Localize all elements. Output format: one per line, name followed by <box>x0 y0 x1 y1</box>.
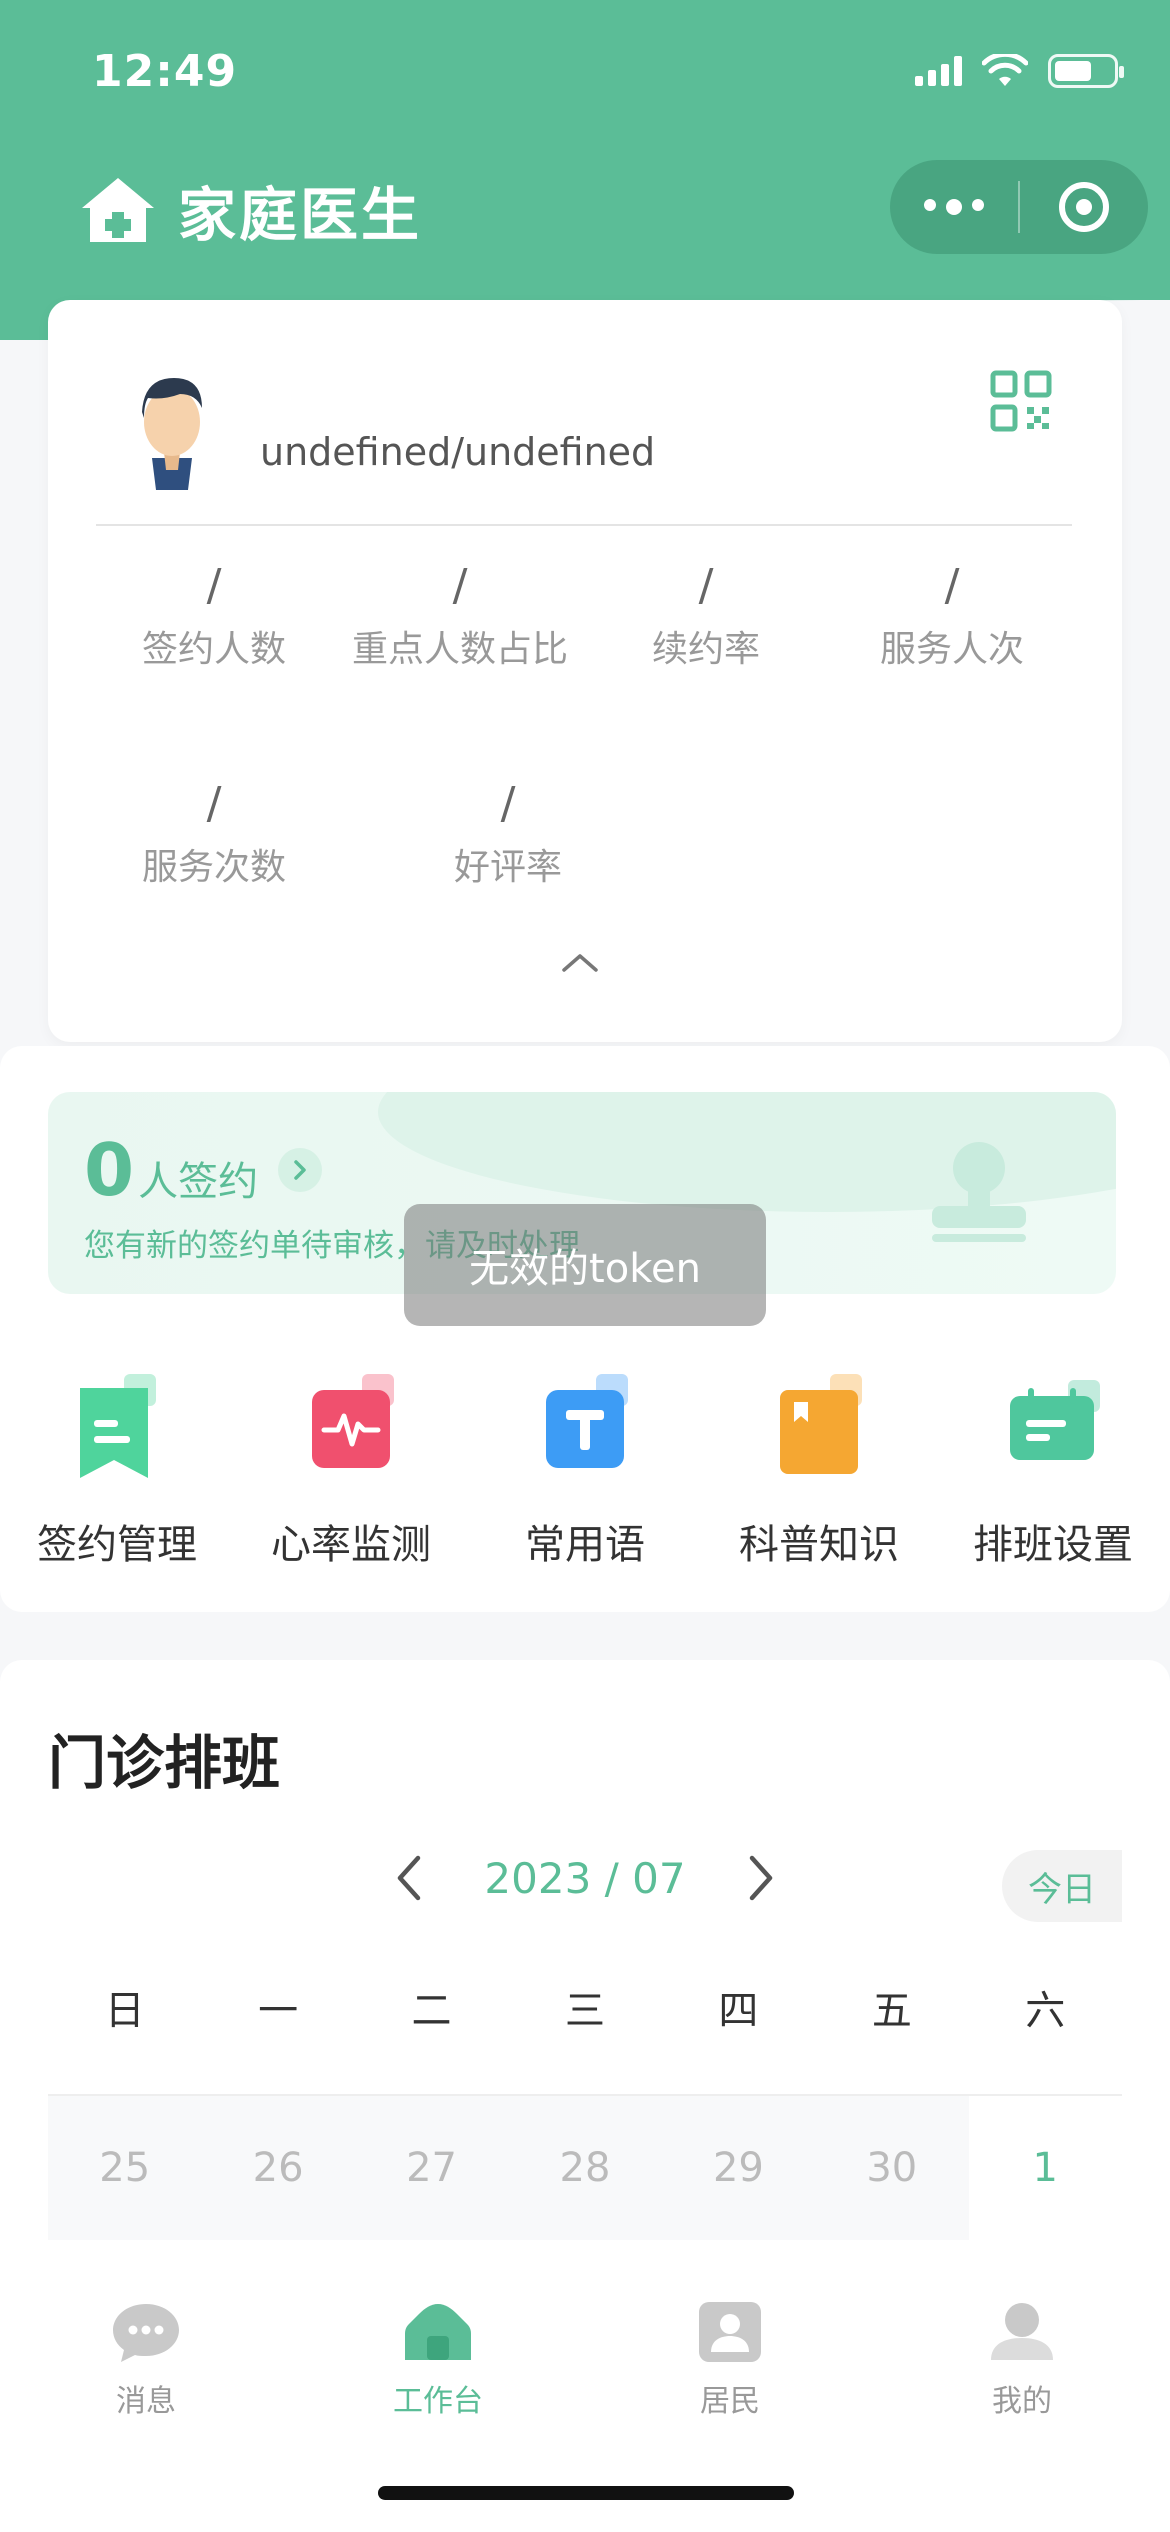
weekday: 日 <box>104 1988 145 2034</box>
weekday: 四 <box>718 1988 759 2034</box>
stat-sign-count: / 签约人数 <box>141 560 286 670</box>
today-button[interactable]: 今日 <box>1002 1850 1122 1922</box>
date-cell[interactable]: 27 <box>354 2096 509 2240</box>
bookmark-icon <box>80 1374 156 1478</box>
signal-icon <box>915 56 962 86</box>
home-icon <box>405 2304 471 2360</box>
func-science-knowledge[interactable]: 科普知识 <box>702 1374 936 1570</box>
chevron-right-icon[interactable] <box>278 1148 323 1192</box>
date-cell[interactable]: 30 <box>815 2096 969 2240</box>
weekday: 二 <box>411 1988 452 2034</box>
status-icons <box>915 54 1124 88</box>
book-icon <box>780 1374 862 1474</box>
close-target-icon[interactable] <box>1020 182 1148 232</box>
month-label: 2023 / 07 <box>484 1853 686 1903</box>
schedule-title: 门诊排班 <box>48 1729 281 1797</box>
weekday: 五 <box>871 1988 912 2034</box>
weekday-row: 日 一 二 三 四 五 六 <box>48 1978 1122 2036</box>
app-title-wrap: 家庭医生 <box>78 168 422 252</box>
date-cell[interactable]: 28 <box>508 2096 662 2240</box>
func-heart-rate[interactable]: 心率监测 <box>234 1374 468 1570</box>
weekday: 三 <box>564 1988 605 2034</box>
message-icon <box>113 2304 179 2362</box>
stat-service-people: / 服务人次 <box>879 560 1024 670</box>
stat-key-ratio: / 重点人数占比 <box>351 560 568 670</box>
qr-code-icon[interactable] <box>990 370 1052 432</box>
sign-count: 0 <box>84 1128 135 1212</box>
function-section: 0 人签约 您有新的签约单待审核，请及时处理 签约管理 心率监测 常用语 科普知… <box>0 1046 1170 1612</box>
doctor-name: undefined/undefined <box>260 430 656 474</box>
stat-service-times: / 服务次数 <box>141 778 286 888</box>
heartbeat-icon <box>312 1374 394 1468</box>
mini-program-capsule <box>890 160 1148 254</box>
contact-icon <box>699 2302 761 2362</box>
tab-residents[interactable]: 居民 <box>630 2300 830 2420</box>
date-row: 25 26 27 28 29 30 1 <box>48 2096 1122 2240</box>
schedule-section: 门诊排班 2023 / 07 今日 日 一 二 三 四 五 六 25 26 27… <box>0 1660 1170 2300</box>
stat-praise-rate: / 好评率 <box>453 778 562 888</box>
home-plus-icon <box>82 178 154 242</box>
app-title: 家庭医生 <box>178 181 423 249</box>
user-icon <box>991 2303 1053 2360</box>
func-schedule-settings[interactable]: 排班设置 <box>936 1374 1170 1570</box>
function-grid: 签约管理 心率监测 常用语 科普知识 排班设置 <box>0 1374 1170 1570</box>
doctor-avatar <box>142 378 202 490</box>
profile-divider <box>96 524 1072 526</box>
profile-card: undefined/undefined / 签约人数 / 重点人数占比 / 续约… <box>48 300 1122 1042</box>
date-cell[interactable]: 29 <box>661 2096 816 2240</box>
chevron-right-icon[interactable] <box>740 1852 780 1904</box>
home-indicator <box>378 2486 794 2500</box>
chevron-up-icon[interactable] <box>560 950 600 974</box>
date-cell[interactable]: 25 <box>48 2096 202 2240</box>
func-sign-management[interactable]: 签约管理 <box>0 1374 234 1570</box>
toast-message: 无效的token <box>404 1204 766 1326</box>
text-icon <box>546 1374 628 1468</box>
weekday: 一 <box>258 1988 299 2034</box>
tab-messages[interactable]: 消息 <box>46 2300 246 2420</box>
date-cell[interactable]: 26 <box>201 2096 355 2240</box>
stat-renewal-rate: / 续约率 <box>651 560 760 670</box>
tab-mine[interactable]: 我的 <box>922 2300 1122 2420</box>
sign-count-row: 0 人签约 <box>84 1128 323 1212</box>
func-common-phrases[interactable]: 常用语 <box>468 1374 702 1570</box>
stamp-icon <box>932 1142 1026 1242</box>
calendar-icon <box>1010 1380 1100 1460</box>
tab-workbench[interactable]: 工作台 <box>338 2300 538 2420</box>
date-cell-current-month[interactable]: 1 <box>968 2096 1122 2240</box>
wifi-icon <box>982 54 1028 86</box>
sign-unit: 人签约 <box>138 1159 259 1205</box>
weekday: 六 <box>1025 1988 1066 2034</box>
month-nav: 2023 / 07 <box>390 1848 780 1908</box>
more-icon[interactable] <box>890 199 1018 215</box>
chevron-left-icon[interactable] <box>390 1852 430 1904</box>
battery-icon <box>1048 54 1124 88</box>
status-time: 12:49 <box>92 46 238 97</box>
